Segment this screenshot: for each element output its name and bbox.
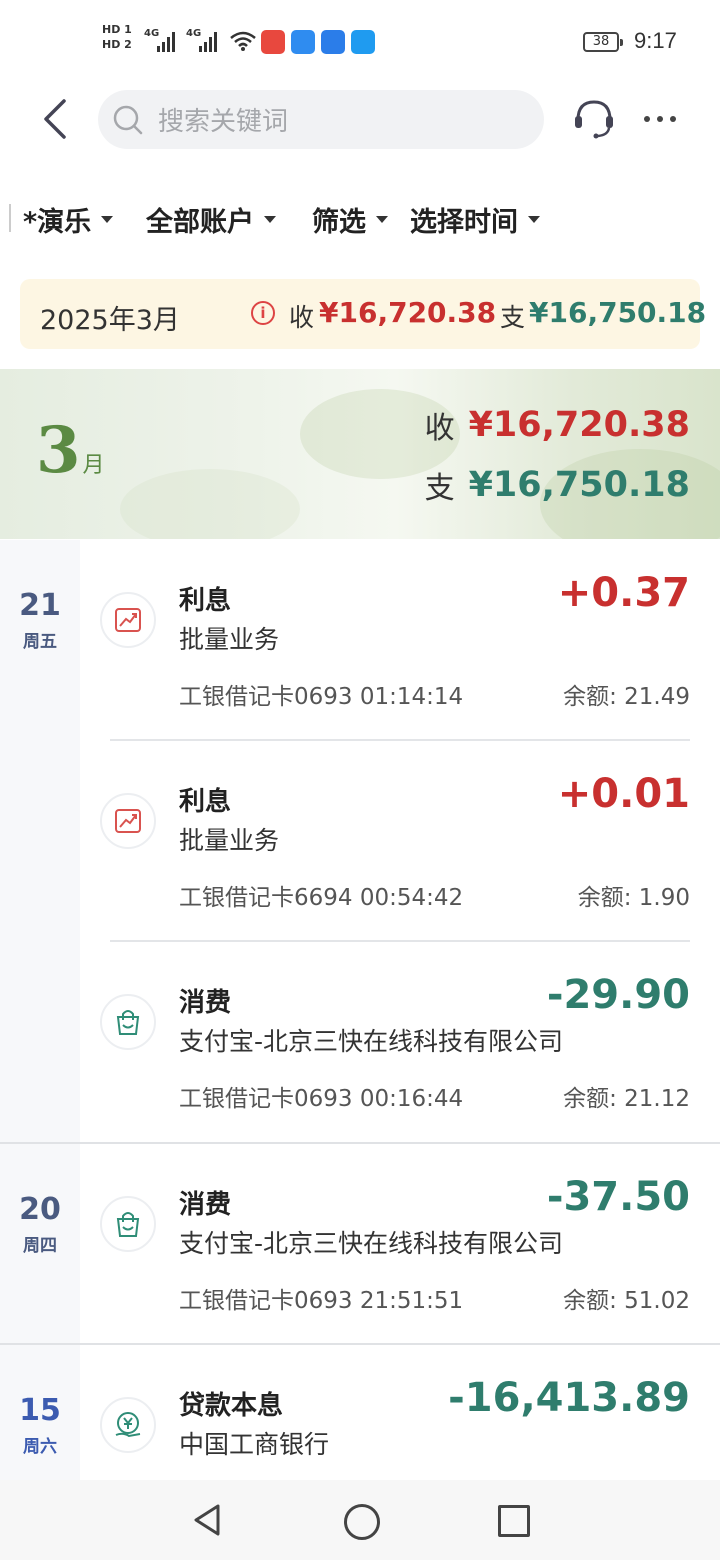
transaction-amount: -29.90 — [546, 972, 690, 1018]
transaction-title: 贷款本息 — [179, 1391, 284, 1421]
app-notification-icon-2 — [291, 30, 315, 54]
search-icon — [113, 105, 143, 135]
back-arrow-icon[interactable] — [38, 98, 78, 140]
month-number: 3 — [36, 413, 81, 488]
signal-icon-2 — [199, 30, 217, 52]
filter-bar: *演乐 全部账户 筛选 选择时间 — [0, 196, 720, 246]
filter-ledger-label: *演乐 — [23, 207, 92, 238]
transaction-account-time: 工银借记卡0693 00:16:44 — [179, 1086, 464, 1112]
customer-service-icon[interactable] — [572, 98, 616, 140]
transaction-balance: 余额: 21.49 — [563, 684, 690, 710]
battery-icon: 38 — [583, 32, 623, 52]
month-badge: 3 月 — [36, 419, 105, 483]
day-group: 20 周四 消费 支付宝-北京三快在线科技有限公司 -37.50 工银借记卡06… — [0, 1144, 720, 1343]
transaction-description: 批量业务 — [179, 826, 280, 855]
transaction-amount: +0.37 — [557, 570, 690, 616]
interest-icon — [100, 592, 156, 648]
filter-time-label: 选择时间 — [410, 207, 518, 238]
transaction-account-time: 工银借记卡6694 00:54:42 — [179, 885, 464, 911]
transaction-amount: +0.01 — [557, 771, 690, 817]
shopping-bag-icon — [100, 994, 156, 1050]
transaction-row[interactable]: 利息 批量业务 +0.01 工银借记卡6694 00:54:42 余额: 1.9… — [0, 741, 720, 942]
month-expense: ¥16,750.18 — [468, 465, 690, 505]
summary-expense-label: 支 — [500, 303, 526, 332]
transaction-amount: -37.50 — [546, 1174, 690, 1220]
transaction-balance: 余额: 21.12 — [563, 1086, 690, 1112]
filter-accounts-label: 全部账户 — [146, 207, 254, 238]
transaction-row[interactable]: 利息 批量业务 +0.37 工银借记卡0693 01:14:14 余额: 21.… — [0, 540, 720, 741]
sim-indicator: HD 1 HD 2 — [102, 22, 136, 52]
month-header: 3 月 收 ¥16,720.38 支 ¥16,750.18 — [0, 369, 720, 539]
nav-home-icon[interactable] — [344, 1504, 380, 1540]
hd2-label: HD 2 — [102, 38, 132, 51]
transaction-description: 批量业务 — [179, 625, 280, 654]
nav-back-icon[interactable] — [192, 1503, 222, 1537]
app-notification-icon-1 — [261, 30, 285, 54]
transaction-balance: 余额: 51.02 — [563, 1288, 690, 1314]
loan-icon — [100, 1397, 156, 1453]
status-bar: HD 1 HD 2 4G 4G 38 9:17 — [0, 0, 720, 84]
summary-month: 2025年3月 — [40, 305, 180, 336]
caret-down-icon — [528, 216, 540, 223]
transaction-row[interactable]: 消费 支付宝-北京三快在线科技有限公司 -37.50 工银借记卡0693 21:… — [0, 1144, 720, 1343]
transaction-row[interactable]: 消费 支付宝-北京三快在线科技有限公司 -29.90 工银借记卡0693 00:… — [0, 942, 720, 1142]
transaction-description: 支付宝-北京三快在线科技有限公司 — [179, 1229, 564, 1258]
filter-ledger[interactable]: *演乐 — [23, 200, 114, 239]
search-app-icon — [351, 30, 375, 54]
transaction-account-time: 工银借记卡0693 21:51:51 — [179, 1288, 464, 1314]
transaction-balance: 余额: 1.90 — [577, 885, 690, 911]
transaction-title: 利息 — [179, 787, 232, 817]
weather-icon — [321, 30, 345, 54]
signal-icon-1 — [157, 30, 175, 52]
month-income-row: 收 ¥16,720.38 — [425, 403, 690, 447]
filter-options[interactable]: 筛选 — [312, 200, 388, 239]
filter-time[interactable]: 选择时间 — [410, 200, 540, 239]
transaction-account-time: 工银借记卡0693 01:14:14 — [179, 684, 464, 710]
month-income: ¥16,720.38 — [468, 405, 690, 445]
caret-down-icon — [376, 216, 388, 223]
summary-income: ¥16,720.38 — [319, 296, 497, 329]
transaction-title: 利息 — [179, 586, 232, 616]
search-bar[interactable] — [98, 90, 544, 149]
month-expense-row: 支 ¥16,750.18 — [425, 463, 690, 507]
nav-recents-icon[interactable] — [498, 1505, 530, 1537]
filter-accounts[interactable]: 全部账户 — [146, 200, 276, 239]
caret-down-icon — [101, 216, 114, 223]
day-group: 21 周五 利息 批量业务 +0.37 工银借记卡0693 01:14:14 余… — [0, 540, 720, 1142]
transaction-description: 支付宝-北京三快在线科技有限公司 — [179, 1027, 564, 1056]
transaction-title: 消费 — [179, 1190, 232, 1220]
more-icon[interactable] — [644, 116, 676, 122]
summary-income-label: 收 — [289, 303, 315, 332]
hd1-label: HD 1 — [102, 23, 132, 36]
caret-down-icon — [264, 216, 276, 223]
transaction-title: 消费 — [179, 988, 232, 1018]
interest-icon — [100, 793, 156, 849]
clock: 9:17 — [634, 28, 677, 53]
month-income-label: 收 — [424, 411, 455, 446]
wifi-icon — [230, 31, 256, 51]
transaction-list: 21 周五 利息 批量业务 +0.37 工银借记卡0693 01:14:14 余… — [0, 540, 720, 1545]
summary-expense: ¥16,750.18 — [529, 296, 707, 329]
transaction-amount: -16,413.89 — [448, 1375, 690, 1421]
info-icon[interactable]: i — [251, 301, 275, 325]
system-nav-bar — [0, 1480, 720, 1560]
filter-options-label: 筛选 — [312, 207, 366, 238]
shopping-bag-icon — [100, 1196, 156, 1252]
month-unit: 月 — [82, 453, 105, 478]
month-summary-banner: 2025年3月 i 收 ¥16,720.38 支 ¥16,750.18 — [20, 279, 706, 349]
filter-divider — [9, 204, 11, 232]
month-expense-label: 支 — [424, 471, 455, 506]
transaction-description: 中国工商银行 — [179, 1430, 330, 1459]
search-input[interactable] — [156, 102, 520, 140]
